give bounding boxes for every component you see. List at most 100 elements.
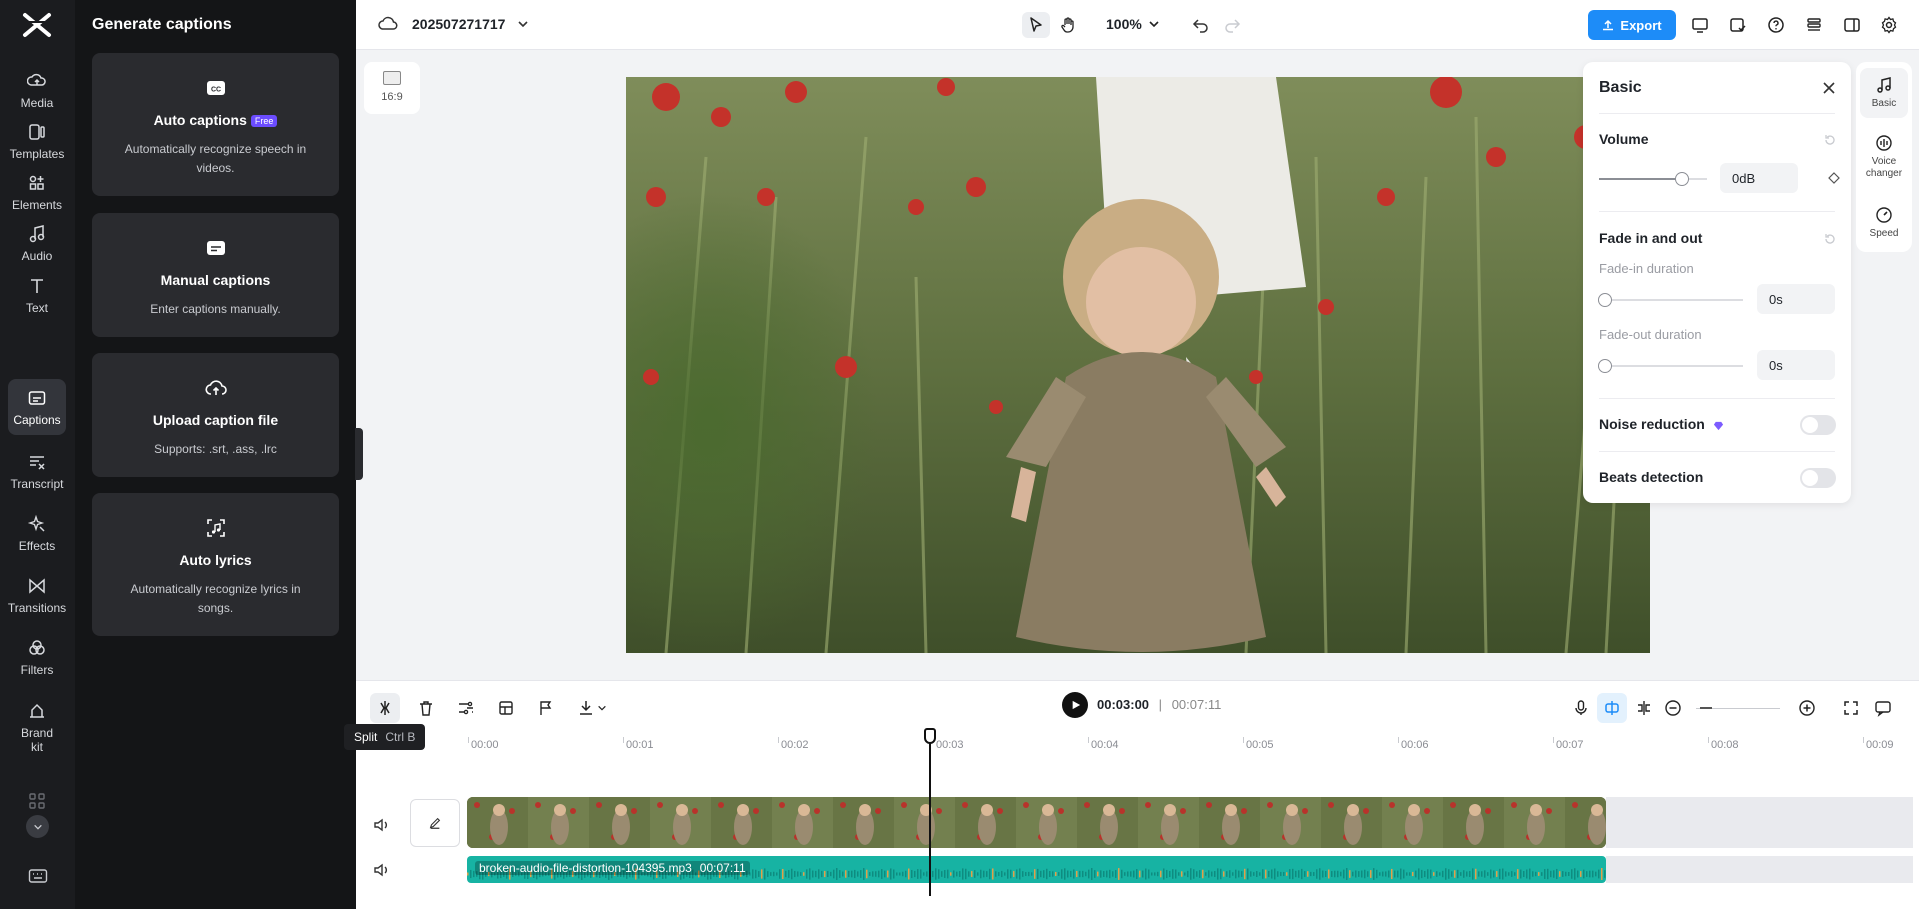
volume-slider-knob[interactable]	[1675, 172, 1689, 186]
volume-value-field[interactable]: 0dB	[1720, 163, 1798, 193]
zoom-selector[interactable]: 100%	[1106, 16, 1160, 32]
settings-button[interactable]	[1875, 12, 1903, 38]
rail-label: Filters	[21, 663, 54, 677]
ruler-tick	[778, 737, 779, 743]
tab-speed[interactable]: Speed	[1860, 202, 1908, 246]
rail-item-brand-kit[interactable]: Brand kit	[8, 695, 66, 759]
beats-detection-label: Beats detection	[1599, 469, 1703, 485]
tab-voice-changer[interactable]: Voice changer	[1860, 130, 1908, 186]
redo-icon	[1223, 16, 1241, 34]
rail-item-transitions[interactable]: Transitions	[8, 567, 66, 623]
volume-slider[interactable]	[1599, 178, 1707, 180]
fullscreen-button[interactable]	[1836, 693, 1866, 723]
mute-audio-track-icon[interactable]	[372, 861, 390, 879]
zoom-out-button[interactable]	[1658, 693, 1688, 723]
templates-icon	[27, 122, 47, 142]
text-icon	[27, 276, 47, 296]
select-tool-button[interactable]	[1022, 12, 1050, 38]
audio-track-clip[interactable]: broken-audio-file-distortion-104395.mp30…	[467, 856, 1606, 883]
rail-item-effects[interactable]: Effects	[8, 505, 66, 561]
upload-caption-file-card[interactable]: Upload caption file Supports: .srt, .ass…	[92, 353, 339, 477]
keyboard-icon[interactable]	[28, 868, 48, 884]
expand-rail-button[interactable]	[26, 815, 49, 838]
fullscreen-icon	[1842, 699, 1860, 717]
playhead[interactable]	[929, 728, 931, 896]
playhead-handle[interactable]	[924, 728, 936, 744]
timeline-zoom-knob[interactable]	[1700, 707, 1712, 709]
ruler-tick	[468, 737, 469, 743]
reset-icon[interactable]	[1823, 133, 1837, 147]
basic-audio-panel: Basic Volume 0dB Fade in and out Fade-in…	[1583, 62, 1851, 503]
zoom-in-button[interactable]	[1792, 693, 1822, 723]
aspect-ratio-button[interactable]: 16:9	[364, 62, 420, 114]
microphone-icon	[1572, 699, 1590, 717]
reset-icon[interactable]	[1823, 232, 1837, 246]
rail-item-text[interactable]: Text	[8, 267, 66, 323]
download-menu-button[interactable]	[572, 693, 612, 723]
rail-item-filters[interactable]: Filters	[8, 629, 66, 685]
ruler-label: 00:00	[471, 739, 499, 751]
timeline-zoom-slider[interactable]	[1696, 708, 1780, 709]
present-button[interactable]	[1686, 12, 1714, 38]
video-frame-illustration	[626, 77, 1650, 653]
speedometer-icon	[1875, 206, 1893, 224]
capcut-logo[interactable]	[22, 12, 52, 38]
video-preview[interactable]	[626, 77, 1650, 653]
keyframe-diamond-icon[interactable]	[1828, 172, 1840, 184]
rail-item-templates[interactable]: Templates	[8, 113, 66, 169]
play-button[interactable]	[1062, 692, 1088, 718]
layers-button[interactable]	[1800, 12, 1828, 38]
rail-item-transcript[interactable]: Transcript	[8, 443, 66, 499]
layout-button[interactable]	[1838, 12, 1866, 38]
fade-in-slider[interactable]	[1599, 299, 1743, 301]
hand-tool-button[interactable]	[1054, 12, 1082, 38]
beats-detection-toggle[interactable]	[1800, 468, 1836, 488]
chat-bubble-icon	[1874, 699, 1892, 717]
top-bar: 202507271717 100% Export	[356, 0, 1919, 50]
review-icon	[1729, 16, 1747, 34]
fade-out-slider[interactable]	[1599, 365, 1743, 367]
fade-in-slider-knob[interactable]	[1598, 293, 1612, 307]
rail-item-media[interactable]: Media	[8, 62, 66, 118]
add-marker-button[interactable]	[531, 693, 561, 723]
split-panel-icon	[1843, 16, 1861, 34]
effects-icon	[27, 514, 47, 534]
feedback-button[interactable]	[1868, 693, 1898, 723]
split-button[interactable]	[370, 693, 400, 723]
delete-button[interactable]	[411, 693, 441, 723]
fade-out-value-field[interactable]: 0s	[1757, 350, 1835, 380]
rail-item-captions[interactable]: Captions	[8, 379, 66, 435]
split-scene-button[interactable]	[1629, 693, 1659, 723]
rail-item-audio[interactable]: Audio	[8, 215, 66, 271]
freeze-button[interactable]	[491, 693, 521, 723]
mute-video-track-icon[interactable]	[372, 816, 390, 834]
edit-clip-button[interactable]	[451, 693, 481, 723]
tab-basic[interactable]: Basic	[1860, 68, 1908, 118]
help-button[interactable]	[1762, 12, 1790, 38]
project-selector[interactable]: 202507271717	[378, 14, 543, 34]
collapse-panel-handle[interactable]	[355, 428, 363, 480]
fade-label: Fade in and out	[1599, 230, 1702, 246]
gear-icon	[1880, 16, 1898, 34]
undo-button[interactable]	[1187, 12, 1215, 38]
zoom-out-icon	[1664, 699, 1682, 717]
edit-cover-button[interactable]	[410, 799, 460, 847]
video-track-clip[interactable]	[467, 797, 1606, 848]
export-button[interactable]: Export	[1588, 10, 1676, 40]
fade-out-slider-knob[interactable]	[1598, 359, 1612, 373]
rail-label: Templates	[10, 147, 65, 161]
rail-item-elements[interactable]: Elements	[8, 164, 66, 220]
review-button[interactable]	[1724, 12, 1752, 38]
manual-captions-card[interactable]: Manual captions Enter captions manually.	[92, 213, 339, 337]
audio-clip-label: broken-audio-file-distortion-104395.mp30…	[475, 861, 750, 875]
redo-button[interactable]	[1218, 12, 1246, 38]
auto-snap-button[interactable]	[1597, 693, 1627, 723]
volume-label: Volume	[1599, 131, 1649, 147]
auto-lyrics-card[interactable]: Auto lyrics Automatically recognize lyri…	[92, 493, 339, 636]
noise-reduction-toggle[interactable]	[1800, 415, 1836, 435]
close-icon[interactable]	[1821, 80, 1837, 96]
auto-captions-card[interactable]: CC Auto captionsFree Automatically recog…	[92, 53, 339, 196]
record-voice-button[interactable]	[1566, 693, 1596, 723]
apps-grid-icon[interactable]	[28, 792, 46, 810]
fade-in-value-field[interactable]: 0s	[1757, 284, 1835, 314]
